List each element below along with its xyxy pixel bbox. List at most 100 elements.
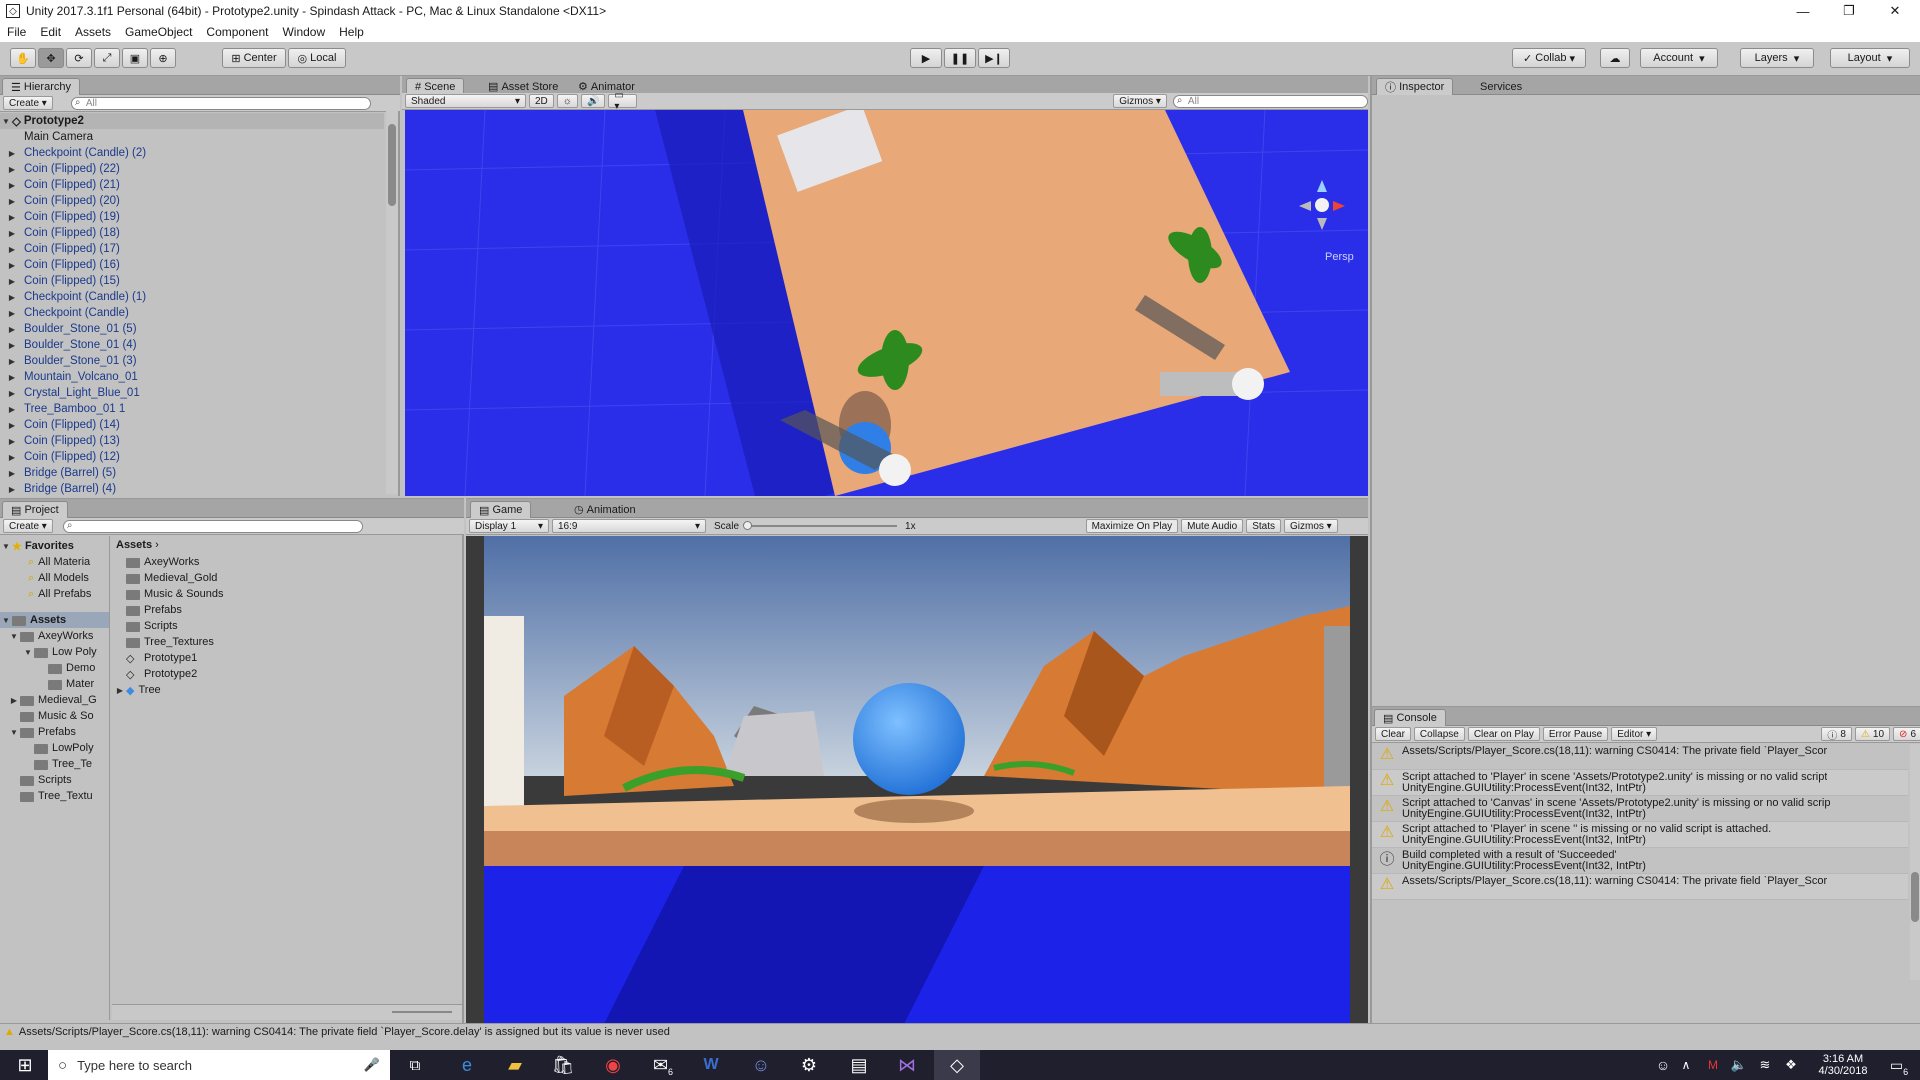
expand-arrow-icon[interactable]: ▼ [8, 728, 20, 737]
console-collapse-button[interactable]: Collapse [1413, 727, 1465, 741]
steam-icon[interactable]: ⚙ [786, 1050, 832, 1080]
expand-arrow-icon[interactable]: ▶ [0, 469, 24, 478]
show-hidden-icons[interactable]: ∧ [1672, 1050, 1700, 1080]
asset-tree-item[interactable]: ▼ Low Poly [0, 644, 109, 660]
console-entry[interactable]: ⓘ Build completed with a result of 'Succe… [1372, 848, 1908, 874]
hierarchy-item[interactable]: ▶ Coin (Flipped) (15) [0, 273, 384, 289]
favorite-item[interactable]: ⌕ All Prefabs [0, 586, 109, 602]
expand-arrow-icon[interactable]: ▶ [0, 373, 24, 382]
expand-arrow-icon[interactable]: ▶ [8, 696, 20, 705]
tab-project[interactable]: ▤ Project [2, 501, 68, 518]
menu-gameobject[interactable]: GameObject [118, 25, 199, 39]
favorite-item[interactable]: ⌕ All Models [0, 570, 109, 586]
asset-tree-item[interactable]: Music & So [0, 708, 109, 724]
console-clear-button[interactable]: Clear [1375, 727, 1411, 741]
expand-arrow-icon[interactable]: ▼ [0, 542, 12, 551]
expand-arrow-icon[interactable]: ▶ [114, 686, 126, 695]
account-dropdown[interactable]: Account ▾ [1640, 48, 1718, 68]
stats-toggle[interactable]: Stats [1246, 519, 1281, 533]
expand-arrow-icon[interactable]: ▶ [0, 357, 24, 366]
console-error-pause-button[interactable]: Error Pause [1542, 727, 1609, 741]
cloud-button[interactable]: ☁ [1600, 48, 1630, 68]
hierarchy-item[interactable]: ▶ Checkpoint (Candle) (1) [0, 289, 384, 305]
project-file-item[interactable]: ◇ Prototype2 [114, 666, 454, 682]
console-error-count-toggle[interactable]: ⊘ 6 [1893, 727, 1920, 741]
hierarchy-item[interactable]: ▶ Checkpoint (Candle) (2) [0, 145, 384, 161]
expand-arrow-icon[interactable]: ▶ [0, 405, 24, 414]
store-icon[interactable]: 🛍 [540, 1050, 586, 1080]
console-warn-count-toggle[interactable]: ⚠ 10 [1854, 727, 1891, 741]
hierarchy-item[interactable]: ▶ Coin (Flipped) (17) [0, 241, 384, 257]
expand-arrow-icon[interactable]: ▼ [0, 117, 12, 126]
menu-help[interactable]: Help [332, 25, 371, 39]
favorite-item[interactable]: ⌕ All Materia [0, 554, 109, 570]
project-file-item[interactable]: Prefabs [114, 602, 454, 618]
game-gizmos-dropdown[interactable]: Gizmos ▾ [1284, 519, 1338, 533]
project-file-item[interactable]: Scripts [114, 618, 454, 634]
asset-tree-item[interactable]: ▼ AxeyWorks [0, 628, 109, 644]
console-entry[interactable]: ⚠ Assets/Scripts/Player_Score.cs(18,11): … [1372, 744, 1908, 770]
hierarchy-item[interactable]: ▶ Coin (Flipped) (18) [0, 225, 384, 241]
word-icon[interactable]: W [688, 1050, 734, 1080]
volume-icon[interactable]: 🔈 [1726, 1050, 1752, 1080]
menu-window[interactable]: Window [275, 25, 332, 39]
maximize-on-play-toggle[interactable]: Maximize On Play [1085, 519, 1179, 533]
project-file-item[interactable]: Medieval_Gold [114, 570, 454, 586]
assets-root-row[interactable]: ▼ Assets [0, 612, 109, 628]
hierarchy-item[interactable]: ▶ Bridge (Barrel) (4) [0, 481, 384, 497]
hierarchy-create-dropdown[interactable]: Create ▾ [3, 96, 53, 110]
shading-mode-dropdown[interactable]: Shaded ▾ [405, 94, 526, 108]
expand-arrow-icon[interactable]: ▶ [0, 389, 24, 398]
scale-tool-button[interactable]: ⤢ [94, 48, 120, 68]
taskbar-clock[interactable]: 3:16 AM 4/30/2018 [1808, 1050, 1878, 1080]
console-info-count-toggle[interactable]: ⓘ 8 [1821, 727, 1852, 742]
hierarchy-item[interactable]: ▶ Coin (Flipped) (20) [0, 193, 384, 209]
scrollbar-thumb[interactable] [388, 124, 396, 206]
discord-icon[interactable]: ☺ [738, 1050, 784, 1080]
scale-slider-thumb[interactable] [743, 521, 753, 530]
hierarchy-item[interactable]: ▶ Coin (Flipped) (13) [0, 433, 384, 449]
tab-console[interactable]: ▤ Console [1374, 709, 1446, 726]
project-search-input[interactable] [62, 519, 363, 533]
expand-arrow-icon[interactable]: ▶ [0, 293, 24, 302]
expand-arrow-icon[interactable]: ▶ [0, 149, 24, 158]
console-editor-button[interactable]: Editor ▾ [1611, 727, 1658, 741]
mail-icon[interactable]: ✉ 6 [640, 1050, 686, 1080]
expand-arrow-icon[interactable]: ▶ [0, 181, 24, 190]
console-entry[interactable]: ⚠ Script attached to 'Canvas' in scene 'A… [1372, 796, 1908, 822]
pause-button[interactable]: ❚❚ [944, 48, 976, 68]
audio-toggle-icon[interactable]: 🔊 [580, 94, 606, 108]
expand-arrow-icon[interactable]: ▶ [0, 229, 24, 238]
asset-tree-item[interactable]: Demo [0, 660, 109, 676]
unity-taskbar-icon[interactable]: ◇ [934, 1050, 980, 1080]
move-tool-button[interactable]: ✥ [38, 48, 64, 68]
expand-arrow-icon[interactable]: ▶ [0, 421, 24, 430]
layout-dropdown[interactable]: Layout ▾ [1830, 48, 1910, 68]
rotate-tool-button[interactable]: ⟳ [66, 48, 92, 68]
hierarchy-item[interactable]: ▶ Checkpoint (Candle) [0, 305, 384, 321]
menu-edit[interactable]: Edit [33, 25, 68, 39]
expand-arrow-icon[interactable]: ▶ [0, 341, 24, 350]
rect-tool-button[interactable]: ▣ [122, 48, 148, 68]
hierarchy-search-input[interactable]: All [70, 96, 371, 110]
asset-tree-item[interactable]: ▶ Medieval_G [0, 692, 109, 708]
hierarchy-item[interactable]: ▶ Boulder_Stone_01 (5) [0, 321, 384, 337]
expand-arrow-icon[interactable]: ▶ [0, 245, 24, 254]
wifi-icon[interactable]: ≋ [1752, 1050, 1778, 1080]
scene-gizmo[interactable] [1315, 198, 1329, 212]
expand-arrow-icon[interactable]: ▶ [0, 309, 24, 318]
hierarchy-item[interactable]: ▶ Coin (Flipped) (21) [0, 177, 384, 193]
scene-viewport[interactable]: Persp [405, 110, 1368, 496]
layers-dropdown[interactable]: Layers ▾ [1740, 48, 1814, 68]
menu-assets[interactable]: Assets [68, 25, 118, 39]
aspect-dropdown[interactable]: 16:9 ▾ [552, 519, 706, 533]
project-file-item[interactable]: ◇ Prototype1 [114, 650, 454, 666]
persp-label[interactable]: Persp [1325, 251, 1354, 263]
hand-tool-button[interactable]: ✋ [10, 48, 36, 68]
hierarchy-item[interactable]: ▶ Coin (Flipped) (12) [0, 449, 384, 465]
hierarchy-item[interactable]: ▶ Mountain_Volcano_01 [0, 369, 384, 385]
console-clear-on-play-button[interactable]: Clear on Play [1467, 727, 1540, 741]
console-entry[interactable]: ⚠ Script attached to 'Player' in scene ''… [1372, 822, 1908, 848]
notifications-icon[interactable]: ▭ 6 [1880, 1050, 1918, 1080]
project-file-item[interactable]: Tree_Textures [114, 634, 454, 650]
